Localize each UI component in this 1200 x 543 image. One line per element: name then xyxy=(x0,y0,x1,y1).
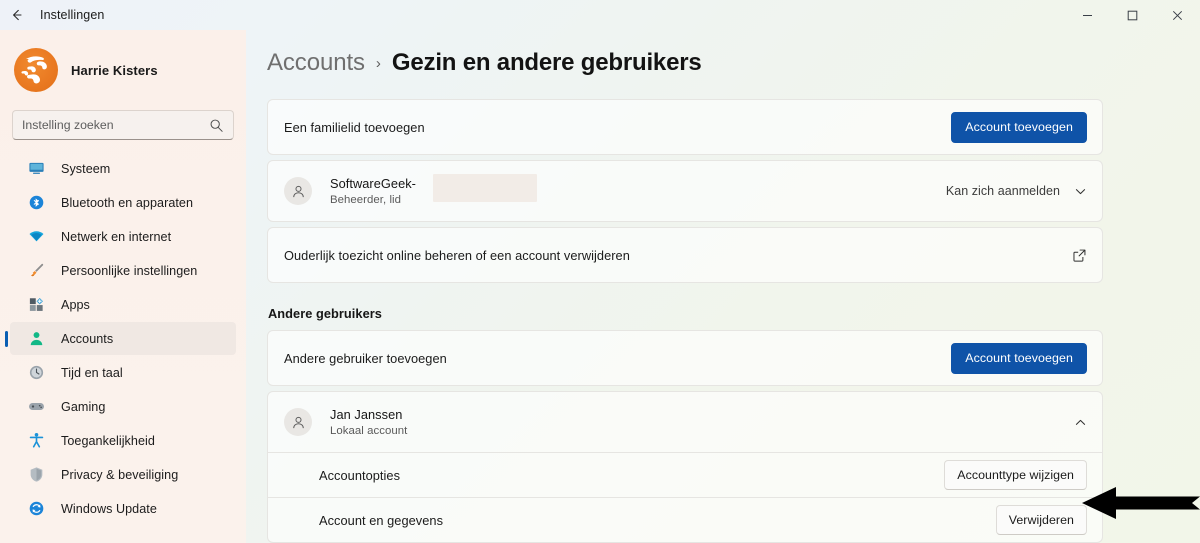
breadcrumb-separator: › xyxy=(375,55,381,72)
add-other-user-card: Andere gebruiker toevoegen Account toevo… xyxy=(267,330,1103,386)
other-users-section-title: Andere gebruikers xyxy=(268,306,382,321)
add-family-member-card: Een familielid toevoegen Account toevoeg… xyxy=(267,99,1103,155)
add-other-user-row: Andere gebruiker toevoegen Account toevo… xyxy=(268,331,1102,385)
sidebar-item-systeem[interactable]: Systeem xyxy=(10,152,236,185)
settings-content: Een familielid toevoegen Account toevoeg… xyxy=(246,77,1200,543)
person-avatar-icon xyxy=(284,177,312,205)
breadcrumb: Accounts › Gezin en andere gebruikers xyxy=(246,30,1200,77)
sidebar-item-accounts[interactable]: Accounts xyxy=(10,322,236,355)
minimize-button[interactable] xyxy=(1065,0,1110,30)
bluetooth-icon xyxy=(27,194,45,212)
sidebar-nav: Systeem Bluetooth en apparaten Netwerk e… xyxy=(0,152,246,525)
family-member-subtitle: Beheerder, lid xyxy=(330,194,401,206)
sidebar-item-label: Netwerk en internet xyxy=(61,229,172,244)
local-user-name: Jan Janssen xyxy=(330,407,403,422)
close-button[interactable] xyxy=(1155,0,1200,30)
sidebar-item-label: Windows Update xyxy=(61,501,157,516)
monitor-icon xyxy=(27,160,45,178)
update-icon xyxy=(27,500,45,518)
remove-account-button[interactable]: Verwijderen xyxy=(995,505,1087,535)
search-icon xyxy=(209,118,224,133)
add-other-user-label: Andere gebruiker toevoegen xyxy=(284,350,447,366)
shield-icon xyxy=(27,466,45,484)
chevron-down-icon[interactable] xyxy=(1074,185,1087,198)
sidebar-item-persoonlijke-instellingen[interactable]: Persoonlijke instellingen xyxy=(10,254,236,287)
sidebar-item-netwerk-en-internet[interactable]: Netwerk en internet xyxy=(10,220,236,253)
sidebar-item-label: Gaming xyxy=(61,399,106,414)
local-user-card[interactable]: Jan Janssen Lokaal account xyxy=(267,391,1103,453)
account-options-card: Accountopties Accounttype wijzigen xyxy=(267,453,1103,498)
back-button[interactable] xyxy=(0,0,34,30)
redaction-block xyxy=(433,174,537,202)
sidebar-item-apps[interactable]: Apps xyxy=(10,288,236,321)
maximize-button[interactable] xyxy=(1110,0,1155,30)
manage-online-label: Ouderlijk toezicht online beheren of een… xyxy=(284,247,630,263)
local-user-info: Jan Janssen Lokaal account xyxy=(330,407,407,437)
manage-online-row: Ouderlijk toezicht online beheren of een… xyxy=(268,228,1102,282)
account-and-data-card: Account en gegevens Verwijderen xyxy=(267,498,1103,543)
family-member-info: SoftwareGeek- Beheerder, lid xyxy=(330,174,537,206)
sidebar-item-bluetooth-en-apparaten[interactable]: Bluetooth en apparaten xyxy=(10,186,236,219)
breadcrumb-parent[interactable]: Accounts xyxy=(267,49,365,77)
title-bar: Instellingen xyxy=(0,0,1200,30)
settings-window: Instellingen Harrie Kisters Instelling z… xyxy=(0,0,1200,543)
sidebar-item-label: Tijd en taal xyxy=(61,365,123,380)
sidebar-item-label: Persoonlijke instellingen xyxy=(61,263,198,278)
sidebar-item-tijd-en-taal[interactable]: Tijd en taal xyxy=(10,356,236,389)
search-input[interactable] xyxy=(22,118,209,132)
add-other-account-button[interactable]: Account toevoegen xyxy=(951,342,1087,374)
sidebar-item-label: Bluetooth en apparaten xyxy=(61,195,194,210)
chevron-up-icon[interactable] xyxy=(1074,416,1087,429)
account-and-data-label: Account en gegevens xyxy=(319,512,444,528)
family-member-status: Kan zich aanmelden xyxy=(945,184,1060,198)
paintbrush-icon xyxy=(27,262,45,280)
person-avatar-icon xyxy=(284,408,312,436)
sidebar-item-label: Toegankelijkheid xyxy=(61,433,155,448)
clock-icon xyxy=(27,364,45,382)
window-title: Instellingen xyxy=(40,8,105,22)
account-and-data-row: Account en gegevens Verwijderen xyxy=(268,498,1102,542)
change-account-type-button[interactable]: Accounttype wijzigen xyxy=(944,460,1087,490)
external-link-icon[interactable] xyxy=(1072,248,1087,263)
avatar xyxy=(14,48,58,92)
apps-grid-icon xyxy=(27,296,45,314)
sidebar-item-label: Apps xyxy=(61,297,90,312)
gamepad-icon xyxy=(27,398,45,416)
family-member-row: SoftwareGeek- Beheerder, lid Kan zich aa… xyxy=(268,161,1102,221)
search-box[interactable] xyxy=(12,110,234,140)
sidebar-item-privacy-en-beveiliging[interactable]: Privacy & beveiliging xyxy=(10,458,236,491)
main-content: Accounts › Gezin en andere gebruikers Ee… xyxy=(246,30,1200,543)
account-options-label: Accountopties xyxy=(319,467,401,483)
add-family-member-label: Een familielid toevoegen xyxy=(284,119,425,135)
local-user-subtitle: Lokaal account xyxy=(330,425,408,437)
sidebar: Harrie Kisters Systeem xyxy=(0,30,246,543)
add-family-member-row: Een familielid toevoegen Account toevoeg… xyxy=(268,100,1102,154)
sidebar-item-windows-update[interactable]: Windows Update xyxy=(10,492,236,525)
person-icon xyxy=(27,330,45,348)
add-family-account-button[interactable]: Account toevoegen xyxy=(951,111,1087,143)
family-member-card[interactable]: SoftwareGeek- Beheerder, lid Kan zich aa… xyxy=(267,160,1103,222)
page-title: Gezin en andere gebruikers xyxy=(391,49,702,76)
sidebar-item-toegankelijkheid[interactable]: Toegankelijkheid xyxy=(10,424,236,457)
sidebar-item-label: Accounts xyxy=(61,331,114,346)
manage-online-card[interactable]: Ouderlijk toezicht online beheren of een… xyxy=(267,227,1103,283)
sidebar-item-gaming[interactable]: Gaming xyxy=(10,390,236,423)
wifi-icon xyxy=(27,228,45,246)
sidebar-item-label: Privacy & beveiliging xyxy=(61,467,179,482)
local-user-row: Jan Janssen Lokaal account xyxy=(268,392,1102,452)
profile-name: Harrie Kisters xyxy=(71,62,158,78)
sidebar-item-label: Systeem xyxy=(61,161,111,176)
window-controls xyxy=(1065,0,1200,30)
accessibility-icon xyxy=(27,432,45,450)
family-member-name: SoftwareGeek- xyxy=(330,176,416,191)
profile-section[interactable]: Harrie Kisters xyxy=(0,30,246,96)
account-options-row: Accountopties Accounttype wijzigen xyxy=(268,453,1102,497)
